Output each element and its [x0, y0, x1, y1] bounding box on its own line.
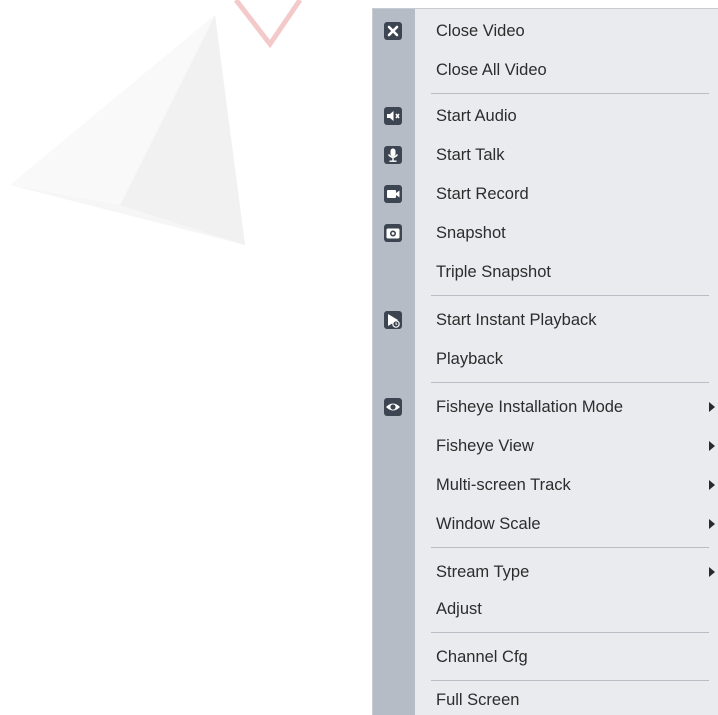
- menu-item-label: Stream Type: [436, 563, 530, 581]
- menu-item-label: Fisheye View: [436, 437, 534, 455]
- menu-item-start-audio[interactable]: Start Audio: [373, 98, 718, 134]
- submenu-arrow-icon: [709, 567, 715, 577]
- menu-item-label: Multi-screen Track: [436, 476, 571, 494]
- playback-icon: [384, 311, 402, 329]
- eye-icon: [384, 398, 402, 416]
- menu-item-label: Snapshot: [436, 224, 506, 242]
- menu-item-multi-screen-track[interactable]: Multi-screen Track: [373, 467, 718, 503]
- menu-item-label: Start Record: [436, 185, 529, 203]
- menu-item-close-video[interactable]: Close Video: [373, 13, 718, 49]
- submenu-arrow-icon: [709, 441, 715, 451]
- video-camera-icon: [384, 185, 402, 203]
- menu-item-label: Triple Snapshot: [436, 263, 551, 281]
- menu-item-fisheye-installation-mode[interactable]: Fisheye Installation Mode: [373, 389, 718, 425]
- menu-item-label: Playback: [436, 350, 503, 368]
- menu-item-label: Start Instant Playback: [436, 311, 597, 329]
- submenu-arrow-icon: [709, 402, 715, 412]
- menu-item-adjust[interactable]: Adjust: [373, 591, 718, 627]
- menu-item-label: Start Audio: [436, 107, 517, 125]
- menu-item-label: Close All Video: [436, 61, 547, 79]
- menu-separator: [431, 632, 709, 633]
- menu-item-full-screen[interactable]: Full Screen: [373, 682, 718, 715]
- menu-item-label: Fisheye Installation Mode: [436, 398, 624, 416]
- menu-item-label: Start Talk: [436, 146, 505, 164]
- video-context-menu: Close Video Close All Video Start Audio: [372, 8, 718, 715]
- menu-item-label: Close Video: [436, 22, 525, 40]
- menu-item-fisheye-view[interactable]: Fisheye View: [373, 428, 718, 464]
- video-window-area: Close Video Close All Video Start Audio: [0, 0, 718, 715]
- menu-item-label: Adjust: [436, 600, 482, 618]
- menu-item-window-scale[interactable]: Window Scale: [373, 506, 718, 542]
- menu-item-start-record[interactable]: Start Record: [373, 176, 718, 212]
- menu-item-channel-cfg[interactable]: Channel Cfg: [373, 639, 718, 675]
- menu-separator: [431, 295, 709, 296]
- speaker-icon: [384, 107, 402, 125]
- menu-item-label: Channel Cfg: [436, 648, 528, 666]
- menu-item-label: Full Screen: [436, 691, 520, 709]
- menu-item-close-all-video[interactable]: Close All Video: [373, 52, 718, 88]
- menu-separator: [431, 382, 709, 383]
- menu-item-triple-snapshot[interactable]: Triple Snapshot: [373, 254, 718, 290]
- menu-item-snapshot[interactable]: Snapshot: [373, 215, 718, 251]
- microphone-icon: [384, 146, 402, 164]
- background-watermark-logo: [10, 0, 303, 245]
- menu-item-start-instant-playback[interactable]: Start Instant Playback: [373, 302, 718, 338]
- menu-item-start-talk[interactable]: Start Talk: [373, 137, 718, 173]
- menu-item-playback[interactable]: Playback: [373, 341, 718, 377]
- close-icon: [384, 22, 402, 40]
- submenu-arrow-icon: [709, 519, 715, 529]
- menu-separator: [431, 680, 709, 681]
- menu-separator: [431, 93, 709, 94]
- menu-separator: [431, 547, 709, 548]
- menu-item-label: Window Scale: [436, 515, 541, 533]
- camera-icon: [384, 224, 402, 242]
- submenu-arrow-icon: [709, 480, 715, 490]
- menu-item-stream-type[interactable]: Stream Type: [373, 554, 718, 590]
